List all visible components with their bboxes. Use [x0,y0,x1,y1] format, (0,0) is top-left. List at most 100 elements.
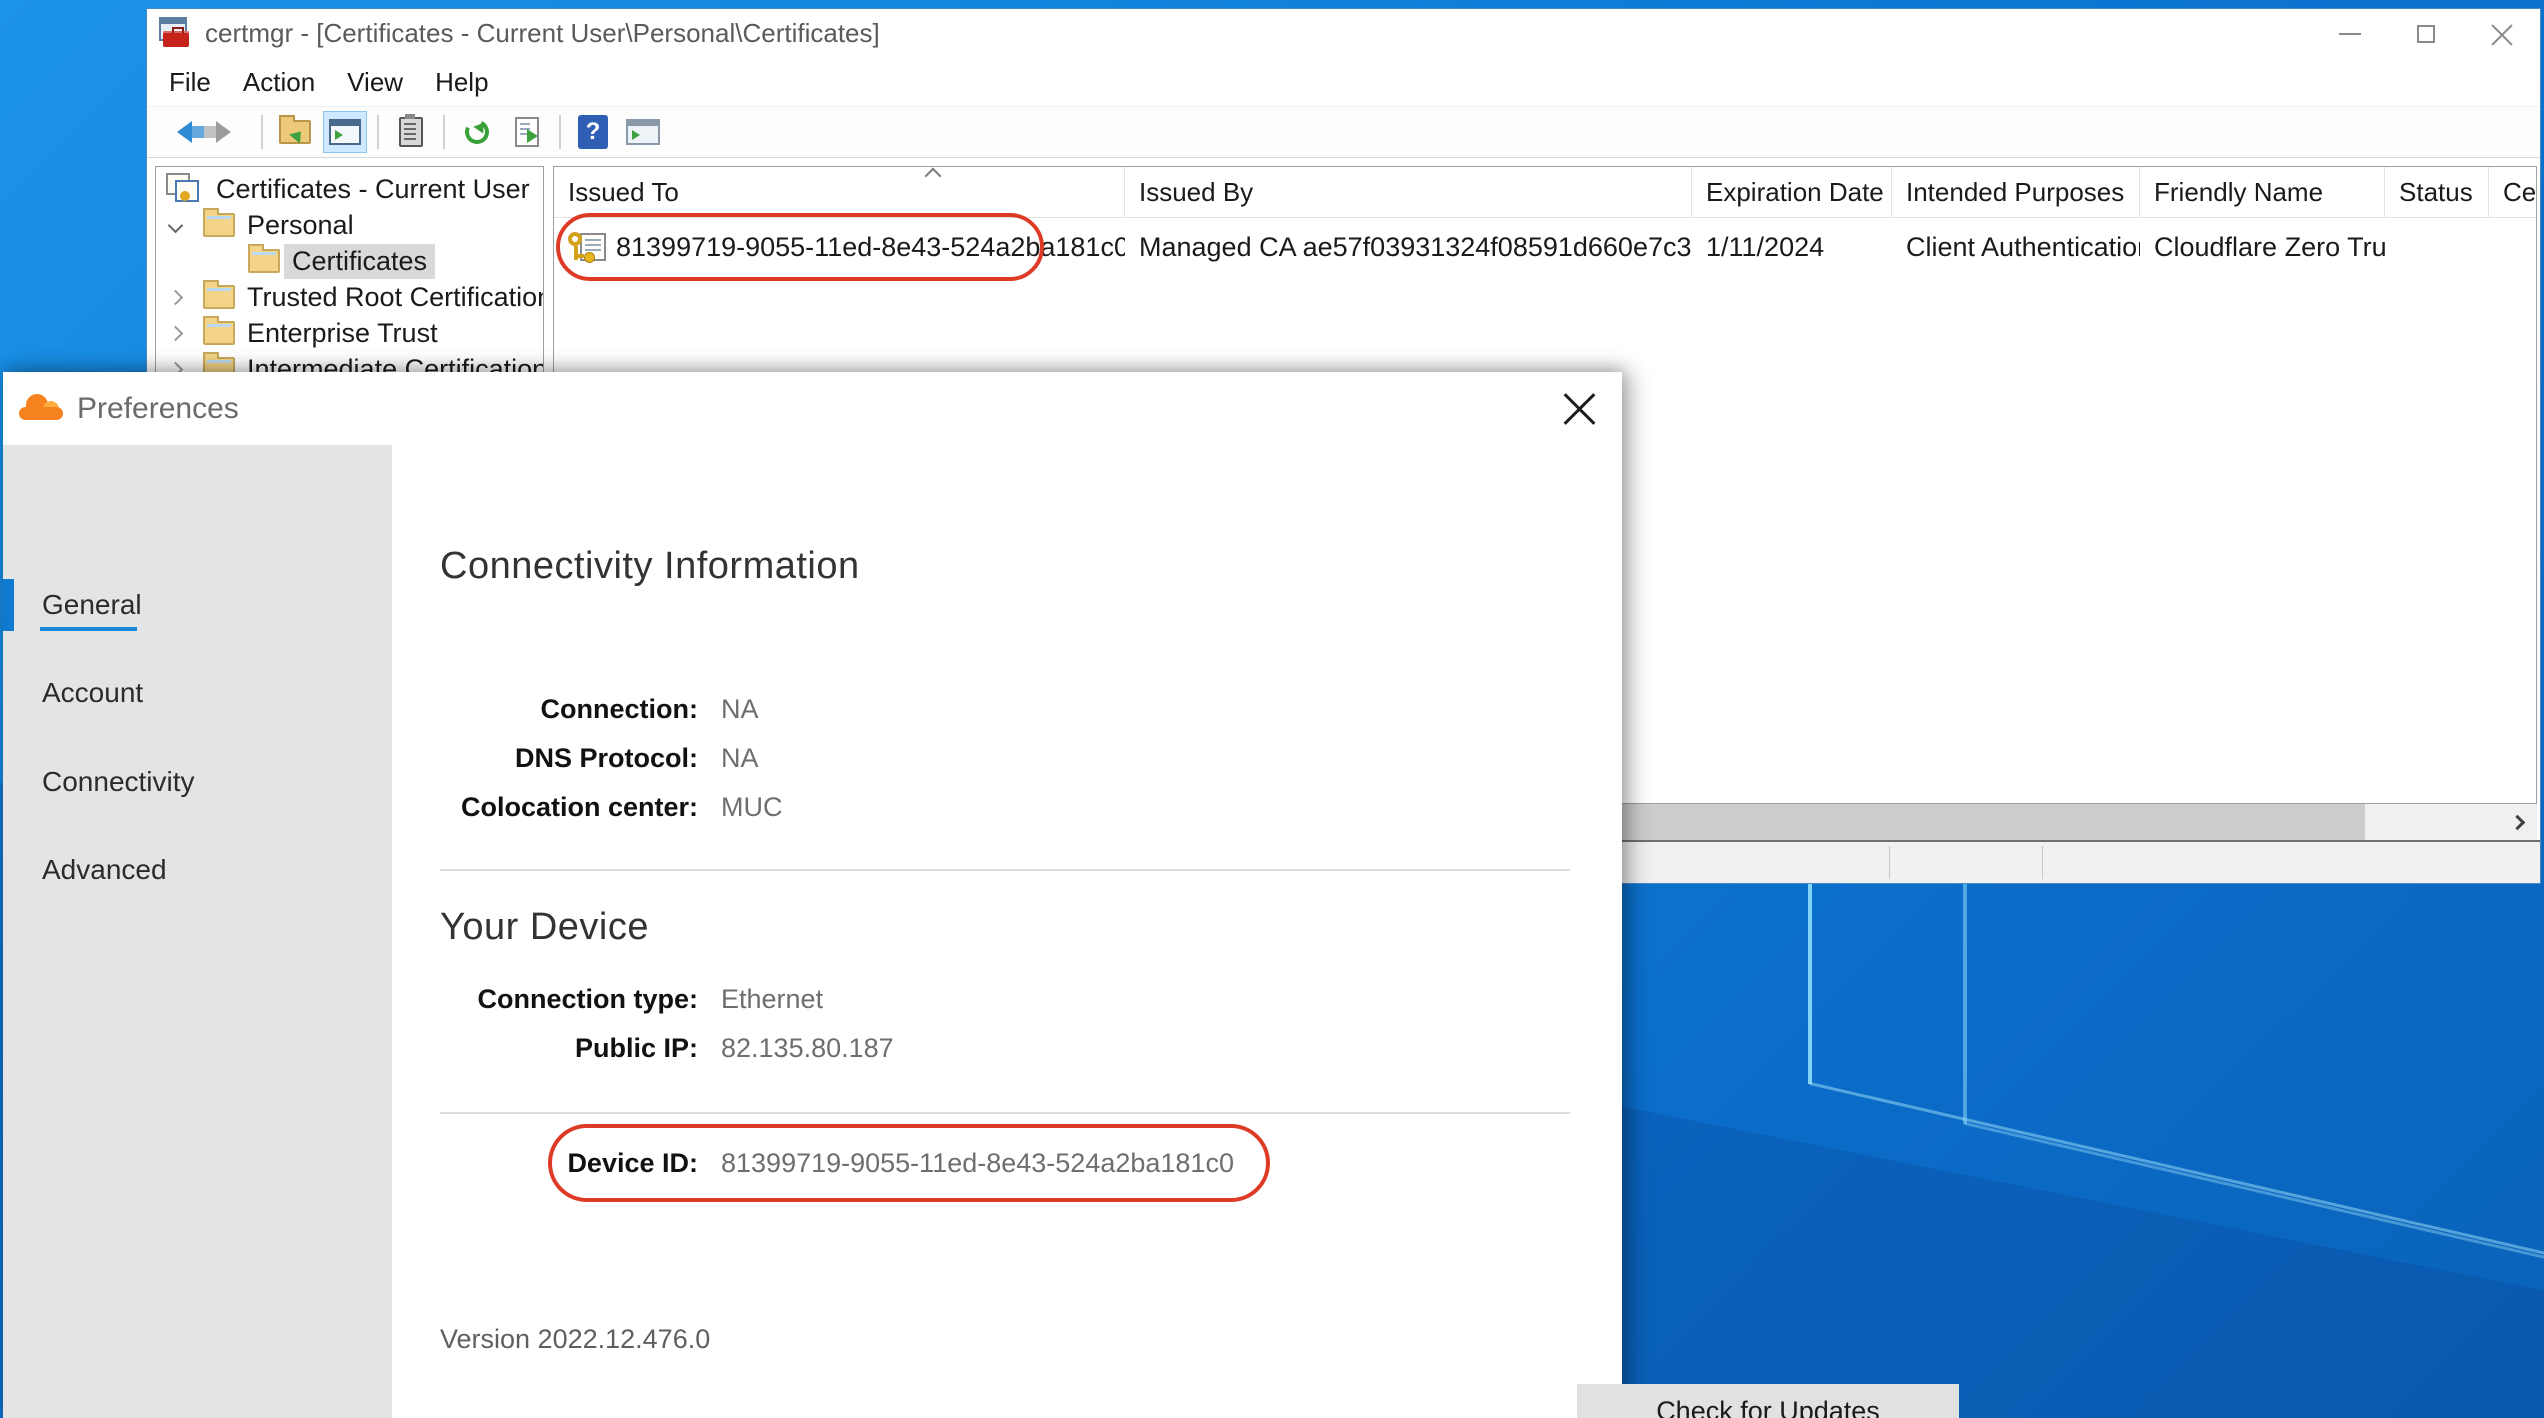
column-header-expiration-date[interactable]: Expiration Date [1692,167,1892,217]
toolbar-separator [261,115,263,149]
folder-icon [248,249,280,273]
column-header-intended-purposes[interactable]: Intended Purposes [1892,167,2140,217]
export-list-button[interactable] [505,111,549,153]
statusbar-divider [1889,846,1890,879]
tab-general[interactable]: General [42,589,142,621]
preferences-sidebar: General Account Connectivity Advanced [3,445,392,1418]
help-button[interactable] [571,111,615,153]
close-button[interactable] [2464,9,2540,58]
menu-view[interactable]: View [331,61,419,104]
dns-protocol-row: DNS Protocol: NA [440,741,759,775]
up-one-level-button[interactable] [273,111,317,153]
connection-type-value: Ethernet [721,982,823,1016]
cell-issued-by: Managed CA ae57f03931324f08591d660e7c370… [1125,232,1692,263]
preferences-close-button[interactable] [1554,384,1604,434]
tab-account[interactable]: Account [42,677,143,709]
column-header-issued-to[interactable]: Issued To [554,167,1125,217]
minimize-button[interactable] [2312,9,2388,58]
certificates-store-icon [166,173,204,205]
maximize-icon [2417,25,2435,43]
tree-item-certificates[interactable]: Certificates [248,243,435,279]
cloudflare-logo-icon [19,394,63,424]
console-tree-icon [626,119,660,145]
scroll-right-button[interactable] [2497,804,2537,840]
refresh-icon [462,117,493,148]
dns-protocol-label: DNS Protocol: [440,741,698,775]
minimize-icon [2339,33,2361,35]
version-text: Version 2022.12.476.0 [440,1324,710,1355]
device-id-row: Device ID: 81399719-9055-11ed-8e43-524a2… [440,1146,1234,1180]
cell-expiration-date: 1/11/2024 [1692,232,1892,263]
certificate-row[interactable]: 81399719-9055-11ed-8e43-524a2ba181c0 Man… [554,220,2536,274]
chevron-right-icon[interactable] [168,325,184,341]
wallpaper-beam-line [1808,866,1812,1084]
tree-item-label: Trusted Root Certification Au [247,282,544,313]
folder-icon [203,321,235,345]
refresh-button[interactable] [455,111,499,153]
folder-icon [203,213,235,237]
cell-friendly-name: Cloudflare Zero Tru... [2140,232,2385,263]
cell-issued-to: 81399719-9055-11ed-8e43-524a2ba181c0 [616,232,1125,263]
certmgr-window-title: certmgr - [Certificates - Current User\P… [205,18,880,49]
cell-intended-purposes: Client Authentication [1892,232,2140,263]
tree-item-personal[interactable]: Personal [170,207,354,243]
back-button[interactable] [157,111,201,153]
tab-connectivity[interactable]: Connectivity [42,766,195,798]
toolbar-separator [377,115,379,149]
certificate-key-icon [568,230,608,264]
tab-advanced[interactable]: Advanced [42,854,167,886]
column-header-friendly-name[interactable]: Friendly Name [2140,167,2385,217]
colocation-center-value: MUC [721,790,783,824]
colocation-center-label: Colocation center: [440,790,698,824]
paste-button[interactable] [389,111,433,153]
column-header-certificate-template[interactable]: Ce [2489,167,2537,217]
forward-button[interactable] [207,111,251,153]
chevron-right-icon[interactable] [168,289,184,305]
preferences-main-panel: Connectivity Information Connection: NA … [392,445,1622,1418]
folder-up-icon [279,120,311,144]
chevron-right-icon [2509,814,2525,830]
column-header-status[interactable]: Status [2385,167,2489,217]
preferences-titlebar: Preferences [3,372,1622,445]
export-list-icon [515,117,539,147]
toolbar-separator [559,115,561,149]
device-id-label: Device ID: [440,1146,698,1180]
column-header-issued-by[interactable]: Issued By [1125,167,1692,217]
console-window-icon [329,119,361,145]
toolbar-separator [443,115,445,149]
clipboard-icon [399,117,423,147]
menu-action[interactable]: Action [227,61,331,104]
menu-file[interactable]: File [153,61,227,104]
selected-tab-accent-bar [3,579,14,631]
connection-row: Connection: NA [440,692,759,726]
public-ip-label: Public IP: [440,1031,698,1065]
connection-type-row: Connection type: Ethernet [440,982,823,1016]
check-for-updates-button[interactable]: Check for Updates [1577,1384,1959,1418]
tree-item-label: Personal [247,210,354,241]
show-console-window-button[interactable] [323,111,367,153]
back-arrow-icon [166,121,192,143]
tree-item-trusted-root[interactable]: Trusted Root Certification Au [170,279,544,315]
list-header-row: Issued To Issued By Expiration Date Inte… [554,167,2536,218]
dns-protocol-value: NA [721,741,759,775]
device-id-value: 81399719-9055-11ed-8e43-524a2ba181c0 [721,1146,1234,1180]
connection-type-label: Connection type: [440,982,698,1016]
maximize-button[interactable] [2388,9,2464,58]
chevron-down-icon[interactable] [168,217,184,233]
connection-value: NA [721,692,759,726]
selected-tab-underline [40,627,137,631]
console-tree-toggle-button[interactable] [621,111,665,153]
tree-item-enterprise-trust[interactable]: Enterprise Trust [170,315,438,351]
folder-icon [203,285,235,309]
menu-help[interactable]: Help [419,61,504,104]
tree-item-certificates-current-user[interactable]: Certificates - Current User [166,171,530,207]
public-ip-row: Public IP: 82.135.80.187 [440,1031,894,1065]
forward-arrow-icon [216,121,242,143]
screen: certmgr - [Certificates - Current User\P… [0,0,2544,1418]
preferences-window: Preferences General Account Connectivity… [3,372,1622,1418]
tree-item-label: Certificates - Current User [216,174,530,205]
certmgr-menubar: File Action View Help [147,58,2540,106]
your-device-heading: Your Device [440,906,649,949]
close-icon [2491,23,2513,45]
tree-item-label: Enterprise Trust [247,318,438,349]
